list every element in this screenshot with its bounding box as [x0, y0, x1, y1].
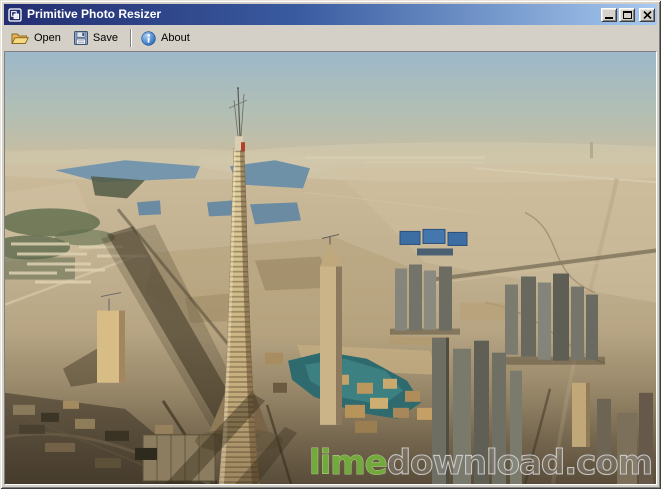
save-button-label: Save: [93, 32, 118, 44]
about-button[interactable]: About: [136, 28, 198, 49]
photo-frame: limedownload.com: [4, 51, 657, 485]
watermark-rest: download.com: [387, 443, 652, 483]
floppy-disk-icon: [74, 31, 88, 45]
save-button[interactable]: Save: [69, 28, 126, 48]
window-title: Primitive Photo Resizer: [27, 4, 601, 25]
app-window: Primitive Photo Resizer Open: [0, 0, 661, 489]
window-controls: [601, 8, 655, 22]
maximize-button[interactable]: [619, 8, 635, 22]
toolbar-separator: [130, 29, 132, 47]
close-button[interactable]: [639, 8, 655, 22]
watermark: limedownload.com: [309, 443, 652, 483]
minimize-icon: [605, 17, 613, 19]
toolbar: Open Save: [4, 26, 657, 50]
close-icon: [643, 11, 652, 19]
svg-text:limedownload.com: limedownload.com: [309, 443, 652, 483]
title-bar: Primitive Photo Resizer: [4, 4, 657, 25]
photo-canvas: limedownload.com: [5, 52, 656, 484]
minimize-button[interactable]: [601, 8, 617, 22]
cascade-windows-icon: [8, 8, 22, 22]
open-button[interactable]: Open: [6, 28, 69, 48]
app-icon[interactable]: [7, 7, 23, 23]
about-button-label: About: [161, 32, 190, 44]
maximize-icon: [623, 11, 632, 19]
watermark-lime: lime: [309, 443, 387, 483]
open-button-label: Open: [34, 32, 61, 44]
folder-open-icon: [11, 31, 29, 45]
info-circle-icon: [141, 31, 156, 46]
